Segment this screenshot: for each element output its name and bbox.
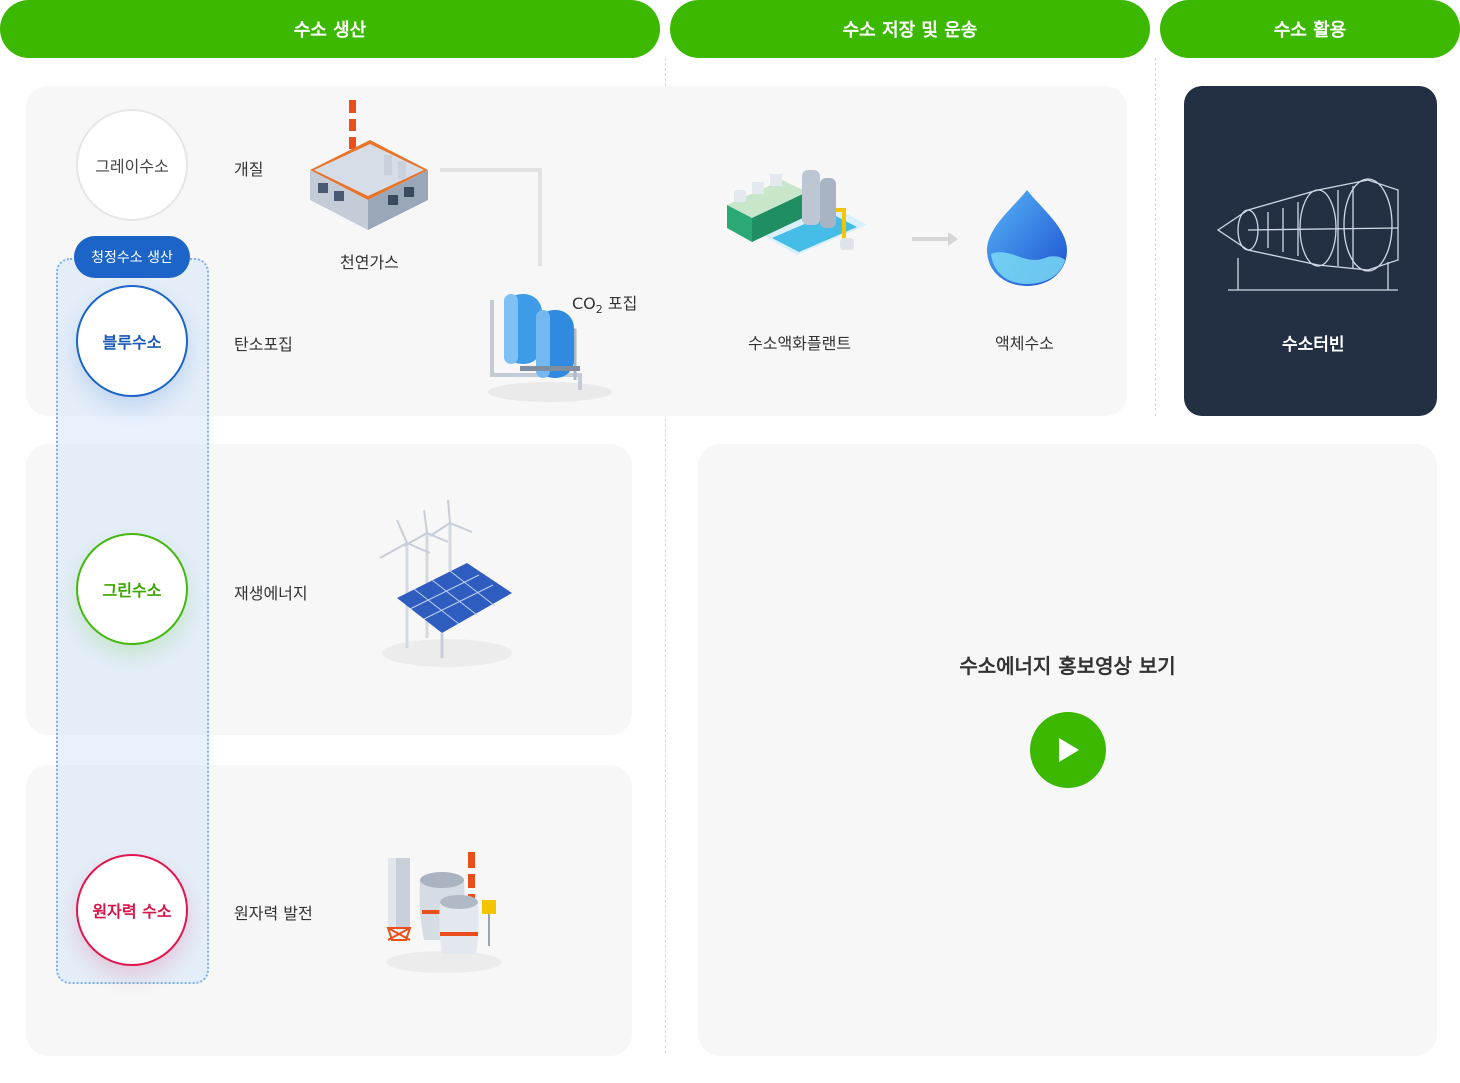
storage-tanks-icon [488, 294, 612, 402]
connector-line [440, 168, 542, 266]
gray-hydrogen-circle[interactable]: 그레이수소 [76, 109, 188, 221]
video-title: 수소에너지 홍보영상 보기 [959, 654, 1176, 678]
column-divider [1155, 58, 1156, 416]
gray-hydrogen-label: 그레이수소 [95, 157, 169, 176]
play-button[interactable] [1030, 712, 1106, 788]
reforming-label: 개질 [234, 160, 264, 179]
droplet-icon [987, 190, 1067, 286]
turbine-label: 수소터빈 [1282, 335, 1345, 355]
green-hydrogen-circle[interactable]: 그린수소 [76, 533, 188, 645]
nuclear-hydrogen-circle[interactable]: 원자력 수소 [76, 854, 188, 966]
factory-icon [310, 100, 428, 230]
liquefaction-plant-label: 수소액화플랜트 [748, 334, 852, 353]
liquefaction-plant-icon [727, 170, 867, 255]
nuclear-plant-icon [386, 852, 502, 973]
nuclear-power-label: 원자력 발전 [234, 904, 313, 923]
header-production: 수소 생산 [0, 0, 660, 58]
nuclear-hydrogen-label: 원자력 수소 [92, 902, 172, 921]
liquid-hydrogen-label: 액체수소 [995, 334, 1054, 353]
header-utilization: 수소 활용 [1160, 0, 1460, 58]
header-storage: 수소 저장 및 운송 [670, 0, 1150, 58]
natural-gas-label: 천연가스 [340, 253, 399, 272]
carbon-capture-label: 탄소포집 [234, 335, 293, 354]
turbine-icon [1216, 178, 1399, 291]
renewable-label: 재생에너지 [234, 584, 308, 603]
clean-hydrogen-label: 청정수소 생산 [74, 236, 190, 278]
green-hydrogen-label: 그린수소 [102, 581, 162, 600]
blue-hydrogen-label: 블루수소 [102, 333, 162, 352]
play-icon [1059, 738, 1079, 762]
arrow-right-icon [912, 232, 958, 246]
wind-solar-icon [379, 499, 512, 667]
blue-hydrogen-circle[interactable]: 블루수소 [76, 285, 188, 397]
